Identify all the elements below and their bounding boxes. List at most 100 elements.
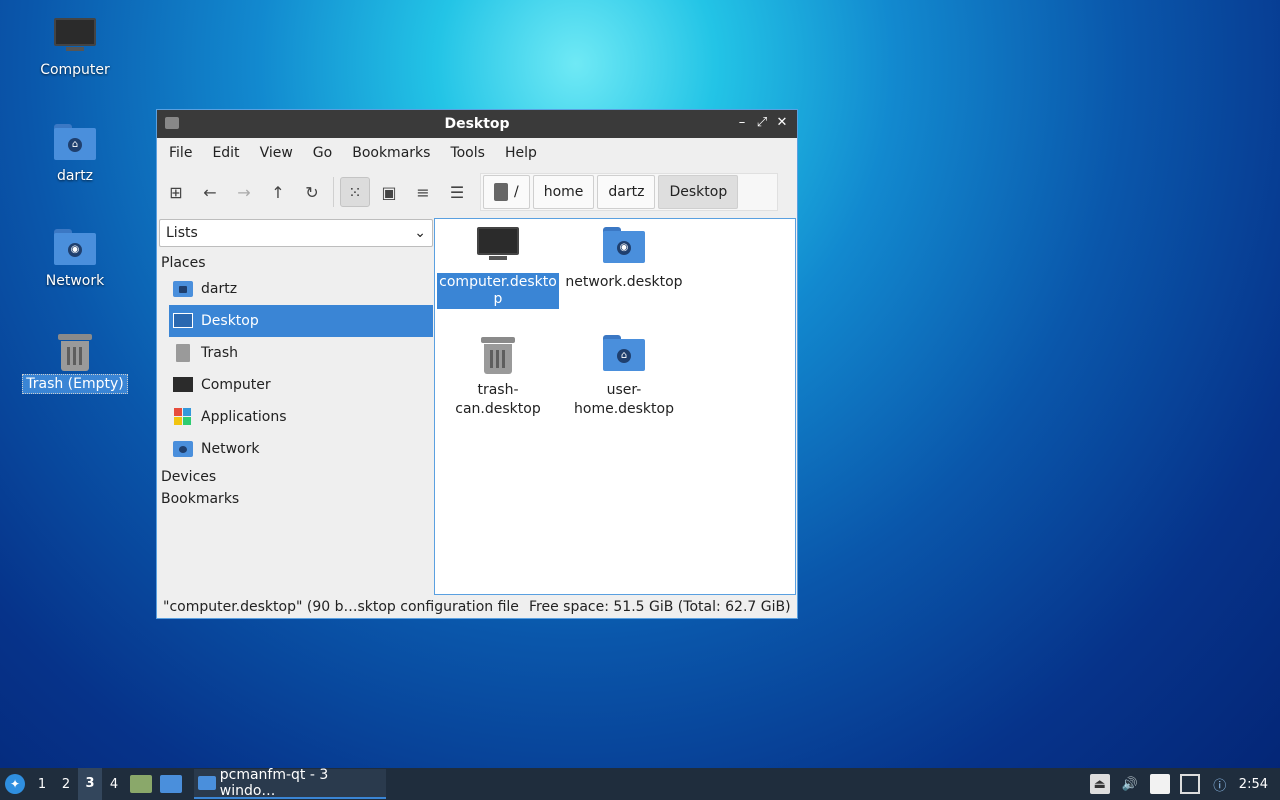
network-folder-icon: ◉ [603,227,645,263]
network-folder-icon: ◉ [54,229,96,265]
file-manager-window: Desktop – ⤢ ✕ File Edit View Go Bookmark… [156,109,798,619]
network-icon[interactable] [1179,774,1200,794]
breadcrumb-root-label: / [514,184,519,200]
workspace-2[interactable]: 2 [54,777,78,792]
places-header[interactable]: Places [159,247,433,273]
trash-icon [481,335,515,375]
menu-help[interactable]: Help [495,145,547,161]
clock[interactable]: 2:54 [1235,777,1280,792]
breadcrumb-desktop[interactable]: Desktop [658,175,739,209]
workspace-1[interactable]: 1 [30,777,54,792]
reload-icon[interactable]: ↻ [297,177,327,207]
notification-icon[interactable]: ⓘ [1210,774,1230,794]
desktop-icon-network[interactable]: ◉ Network [20,229,130,289]
file-item-trash[interactable]: trash- can.desktop [437,327,559,419]
taskbar-task-pcmanfm[interactable]: pcmanfm-qt - 3 windo… [194,767,386,799]
desktop-icon-home[interactable]: ⌂ dartz [20,124,130,184]
status-free-space: Free space: 51.5 GiB (Total: 62.7 GiB) [529,599,791,615]
file-item-computer[interactable]: computer.deskto​p [437,219,559,309]
drive-icon [494,183,508,201]
file-manager-launcher-icon[interactable] [130,775,152,793]
menu-edit[interactable]: Edit [202,145,249,161]
home-folder-icon: ⌂ [603,335,645,371]
compact-view-icon[interactable]: ≡ [408,177,438,207]
place-label: Desktop [201,313,259,329]
place-label: Applications [201,409,287,425]
place-network[interactable]: Network [169,433,433,465]
titlebar[interactable]: Desktop – ⤢ ✕ [157,110,797,138]
home-folder-icon: ⌂ [54,124,96,160]
devices-header[interactable]: Devices [159,465,433,487]
place-computer[interactable]: Computer [169,369,433,401]
menu-bookmarks[interactable]: Bookmarks [342,145,440,161]
detailed-view-icon[interactable]: ☰ [442,177,472,207]
workspace-4[interactable]: 4 [102,777,126,792]
toolbar: ⊞ ← → ↑ ↻ ⁙ ▣ ≡ ☰ / home dartz Desktop [157,168,797,216]
menu-file[interactable]: File [159,145,202,161]
thumbnail-view-icon[interactable]: ▣ [374,177,404,207]
place-desktop[interactable]: Desktop [169,305,433,337]
back-icon[interactable]: ← [195,177,225,207]
chevron-down-icon: ⌄ [414,225,426,241]
network-folder-icon [173,439,193,459]
trash-icon [58,332,92,372]
close-button[interactable]: ✕ [773,114,791,132]
start-menu-button[interactable]: ✦ [0,768,30,800]
place-label: Computer [201,377,271,393]
home-folder-icon [173,279,193,299]
desktop-icon [173,311,193,331]
minimize-button[interactable]: – [733,114,751,132]
file-item-label-line1: user- [606,382,642,398]
volume-icon[interactable]: 🔊 [1120,774,1140,794]
clipboard-icon[interactable] [1149,774,1170,794]
eject-icon[interactable]: ⏏ [1089,774,1110,794]
start-icon: ✦ [5,774,25,794]
place-dartz[interactable]: dartz [169,273,433,305]
breadcrumb-home[interactable]: home [532,175,595,209]
file-item-label-line2: home.desktop [574,401,674,417]
up-icon[interactable]: ↑ [263,177,293,207]
show-desktop-icon[interactable] [160,775,182,793]
toolbar-separator [333,177,334,207]
file-item-label: computer.deskto​p [437,273,559,309]
bookmarks-header[interactable]: Bookmarks [159,487,433,509]
place-trash[interactable]: Trash [169,337,433,369]
file-item-network[interactable]: ◉ network.desktop [563,219,685,292]
side-pane-mode-select[interactable]: Lists ⌄ [159,219,433,247]
icon-view-icon[interactable]: ⁙ [340,177,370,207]
breadcrumb-dartz[interactable]: dartz [597,175,656,209]
place-applications[interactable]: Applications [169,401,433,433]
desktop-icon-label: dartz [56,168,94,184]
computer-icon [54,18,96,52]
menubar: File Edit View Go Bookmarks Tools Help [157,138,797,168]
maximize-button[interactable]: ⤢ [753,114,771,132]
applications-icon [173,407,193,427]
desktop-icon-trash[interactable]: Trash (Empty) [20,332,130,394]
file-item-user-home[interactable]: ⌂ user- home.desktop [563,327,685,419]
breadcrumb-root[interactable]: / [483,175,530,209]
new-tab-icon[interactable]: ⊞ [161,177,191,207]
place-label: dartz [201,281,238,297]
computer-icon [173,375,193,395]
menu-view[interactable]: View [250,145,303,161]
forward-icon[interactable]: → [229,177,259,207]
status-bar: "computer.desktop" (90 b…sktop configura… [157,596,797,618]
menu-tools[interactable]: Tools [440,145,495,161]
menu-go[interactable]: Go [303,145,342,161]
task-label: pcmanfm-qt - 3 windo… [219,767,329,799]
computer-icon [477,227,519,261]
desktop-icon-label: Computer [40,62,110,78]
place-label: Trash [201,345,238,361]
folder-icon [198,776,216,790]
file-item-label-line2: can.desktop [455,401,541,417]
file-view[interactable]: computer.deskto​p ◉ network.desktop tras… [434,218,796,595]
workspace-3[interactable]: 3 [78,768,102,800]
side-pane-mode-value: Lists [166,225,198,241]
status-selection: "computer.desktop" (90 b…sktop configura… [163,599,519,615]
desktop-icon-label: Network [45,273,105,289]
desktop-icon-label: Trash (Empty) [22,374,128,394]
window-title: Desktop [444,116,510,132]
desktop-icon-computer[interactable]: Computer [20,18,130,78]
breadcrumb: / home dartz Desktop [480,173,778,211]
file-item-label-line1: trash- [477,382,519,398]
